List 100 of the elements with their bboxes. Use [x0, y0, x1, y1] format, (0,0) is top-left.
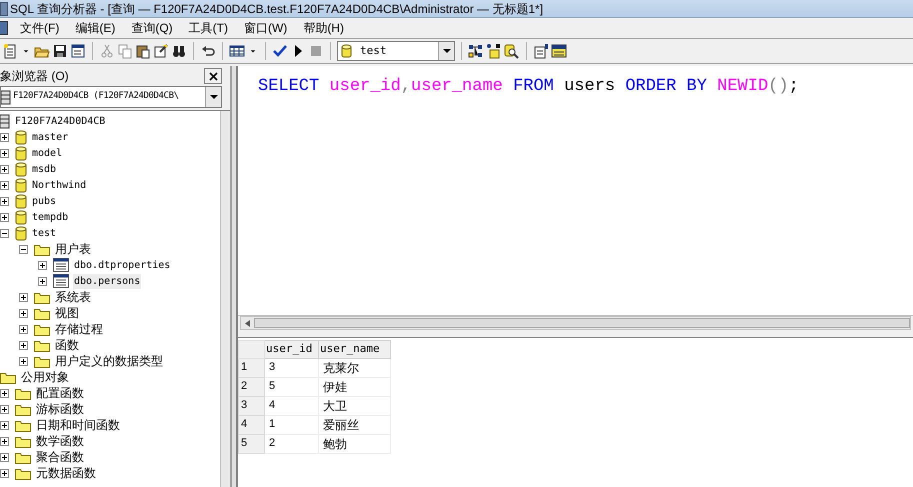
menu-item[interactable]: 查询(Q) [125, 19, 179, 37]
column-header[interactable]: user_name [318, 340, 390, 358]
expand-icon[interactable] [19, 324, 28, 334]
expand-icon[interactable] [0, 212, 9, 222]
tree-item[interactable]: 视图 [54, 304, 80, 322]
menu-item[interactable]: 工具(T) [182, 19, 234, 37]
tree-item[interactable]: dbo.dtproperties [73, 258, 172, 272]
expand-icon[interactable] [19, 340, 28, 350]
folder-icon [15, 386, 31, 400]
tree-item[interactable]: 元数据函数 [35, 464, 97, 482]
expand-icon[interactable] [0, 452, 9, 462]
table-cell: 3 [264, 358, 318, 377]
folder-icon [15, 450, 31, 464]
folder-icon [15, 434, 31, 448]
paste-icon[interactable] [135, 43, 151, 59]
expand-icon[interactable] [0, 388, 9, 398]
expand-icon[interactable] [0, 404, 9, 414]
row-number: 1 [238, 358, 264, 377]
close-button[interactable] [204, 68, 222, 84]
tree-item[interactable]: tempdb [31, 210, 70, 224]
tree-item[interactable]: master [31, 130, 70, 144]
expand-icon[interactable] [0, 132, 9, 142]
caret-icon [210, 95, 218, 99]
expand-icon[interactable] [19, 292, 28, 302]
tree-item[interactable]: F120F7A24D0D4CB [14, 114, 106, 128]
save-icon[interactable] [52, 43, 68, 59]
menu-item[interactable]: 帮助(H) [297, 19, 350, 37]
properties-icon[interactable] [533, 43, 549, 59]
new-document-icon[interactable] [2, 43, 18, 59]
expand-icon[interactable] [19, 308, 28, 318]
expand-icon[interactable] [0, 148, 9, 158]
server-icon [0, 114, 10, 128]
tree-item[interactable]: test [31, 226, 58, 240]
database-objects-icon[interactable] [486, 43, 502, 59]
tree-item[interactable]: 用户定义的数据类型 [54, 352, 164, 370]
row-number: 2 [238, 377, 264, 396]
tree-item[interactable]: 聚合函数 [35, 448, 85, 466]
table-cell: 伊娃 [318, 377, 390, 396]
query-editor[interactable]: SELECT user_id,user_name FROM users ORDER BY NEWID(); [238, 66, 913, 316]
folder-icon [34, 306, 50, 320]
tree-item[interactable]: 配置函数 [35, 384, 85, 402]
window-title: SQL 查询分析器 - [查询 — F120F7A24D0D4CB.test.F120F7A24D0D4CB\Administrator — 无标题1*] [10, 0, 544, 17]
tree-item[interactable]: 系统表 [54, 288, 92, 306]
checkmark-icon[interactable] [272, 43, 288, 59]
database-icon [15, 162, 27, 176]
expand-icon[interactable] [0, 420, 9, 430]
menu-item[interactable]: 编辑(E) [69, 19, 122, 37]
grid-icon[interactable] [229, 43, 245, 59]
tree-item[interactable]: dbo.persons [73, 274, 142, 288]
table-cell: 爱丽丝 [318, 415, 390, 434]
database-icon [15, 130, 27, 144]
caret-icon [442, 49, 450, 53]
sql-code: SELECT user_id,user_name FROM users ORDER BY NEWID(); [258, 76, 800, 98]
horizontal-scrollbar[interactable] [240, 316, 911, 330]
expand-icon[interactable] [0, 164, 9, 174]
table-icon [53, 258, 69, 272]
table-cell: 大卫 [318, 396, 390, 415]
server-dropdown[interactable]: F120F7A24D0D4CB (F120F7A24D0D4CB\ [0, 86, 222, 108]
tree-item[interactable]: 游标函数 [35, 400, 85, 418]
tree-item[interactable]: 用户表 [54, 240, 92, 258]
menu-item[interactable]: 窗口(W) [238, 19, 294, 37]
edit-document-icon[interactable] [153, 43, 169, 59]
tree-item[interactable]: 函数 [54, 336, 80, 354]
tree-item[interactable]: 存储过程 [54, 320, 104, 338]
close-icon [208, 72, 218, 80]
expand-icon[interactable] [0, 180, 9, 190]
table-icon [53, 274, 69, 288]
database-dropdown[interactable]: test [337, 41, 455, 61]
binoculars-icon[interactable] [171, 43, 187, 59]
folder-icon [0, 370, 16, 384]
database-search-icon[interactable] [504, 43, 520, 59]
tree-item[interactable]: 数学函数 [35, 432, 85, 450]
table-cell: 2 [264, 434, 318, 453]
undo-icon[interactable] [200, 43, 216, 59]
tree-diagram-icon[interactable] [468, 43, 484, 59]
window-icon[interactable] [70, 43, 86, 59]
tree-item[interactable]: model [31, 146, 64, 160]
expand-icon[interactable] [19, 356, 28, 366]
column-header[interactable]: user_id [264, 340, 318, 358]
tree-item[interactable]: 日期和时间函数 [35, 416, 121, 434]
left-arrow-icon[interactable] [245, 320, 250, 326]
table-cell: 鲍勃 [318, 434, 390, 453]
folder-icon [34, 354, 50, 368]
tree-item[interactable]: pubs [31, 194, 58, 208]
expand-icon[interactable] [0, 196, 9, 206]
table-cell: 克莱尔 [318, 358, 390, 377]
expand-icon[interactable] [38, 276, 47, 286]
scrollbar-thumb[interactable] [254, 318, 910, 328]
server-icon [1, 89, 11, 105]
expand-icon[interactable] [38, 260, 47, 270]
expand-icon[interactable] [0, 468, 9, 478]
tree-item[interactable]: msdb [31, 162, 58, 176]
collapse-icon[interactable] [19, 244, 28, 254]
results-pane-icon[interactable] [551, 43, 567, 59]
menu-item[interactable]: 文件(F) [14, 19, 66, 37]
expand-icon[interactable] [0, 436, 9, 446]
tree-item[interactable]: Northwind [31, 178, 88, 192]
collapse-icon[interactable] [0, 228, 9, 238]
tree-item[interactable]: 公用对象 [20, 368, 70, 386]
table-cell: 1 [264, 415, 318, 434]
